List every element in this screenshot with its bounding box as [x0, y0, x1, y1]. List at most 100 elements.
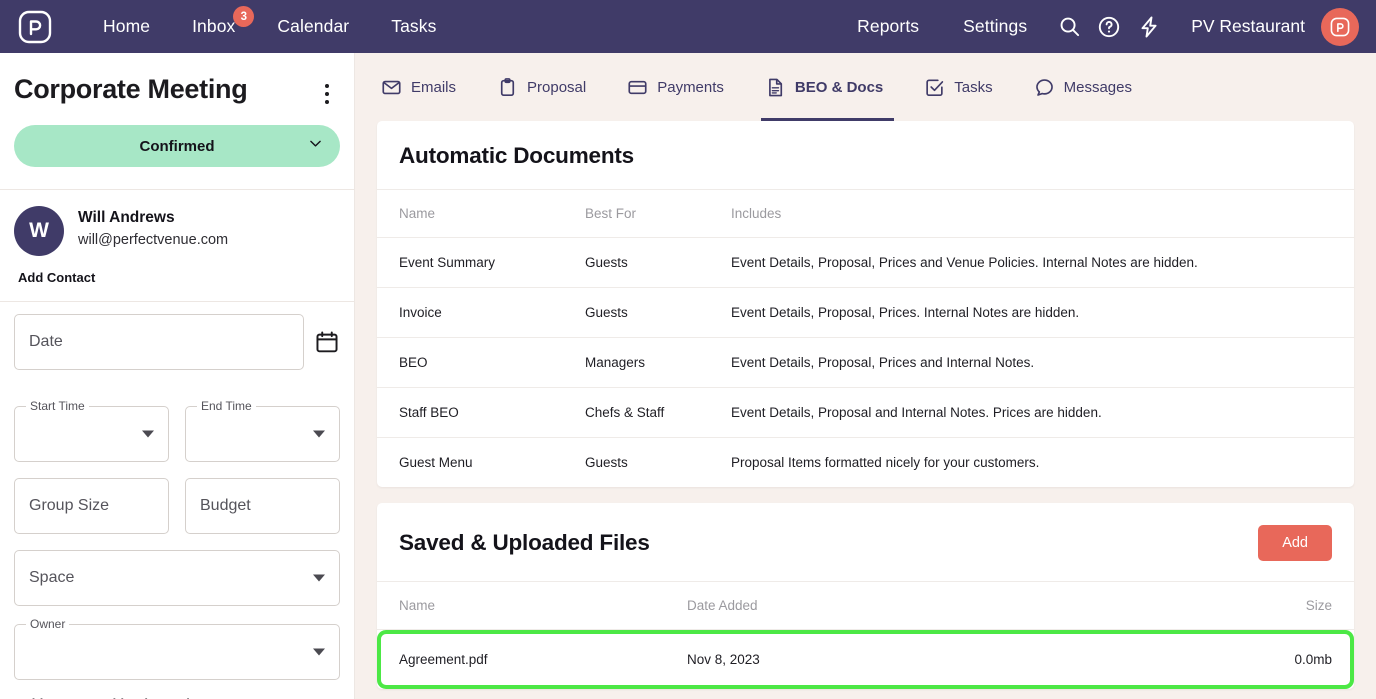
caret-down-icon [313, 648, 325, 656]
saved-files-title: Saved & Uploaded Files [399, 530, 650, 555]
column-header-name: Name [377, 190, 585, 238]
automatic-documents-title: Automatic Documents [399, 143, 634, 168]
tab-payments-label: Payments [657, 78, 724, 96]
top-navbar: Home Inbox 3 Calendar Tasks Reports Sett… [0, 0, 1376, 53]
tab-tasks-label: Tasks [954, 78, 993, 96]
owner-legend: Owner [26, 617, 70, 631]
doc-best-for: Guests [585, 287, 731, 338]
document-icon [765, 77, 786, 98]
tab-messages[interactable]: Messages [1030, 53, 1151, 121]
doc-name: Event Summary [377, 237, 585, 288]
table-row[interactable]: Event Summary Guests Event Details, Prop… [377, 237, 1354, 288]
nav-link-calendar[interactable]: Calendar [256, 16, 370, 37]
table-row[interactable]: BEO Managers Event Details, Proposal, Pr… [377, 337, 1354, 388]
primary-contact: W Will Andrews will@perfectvenue.com [0, 190, 354, 256]
contact-email: will@perfectvenue.com [78, 232, 229, 248]
table-header-row: Name Date Added Size [377, 582, 1354, 630]
doc-best-for: Guests [585, 237, 731, 288]
avatar: W [14, 206, 64, 256]
column-header-size: Size [1194, 582, 1354, 630]
tab-proposal[interactable]: Proposal [493, 53, 605, 121]
doc-best-for: Chefs & Staff [585, 387, 731, 438]
budget-field[interactable]: Budget [185, 478, 340, 534]
nav-link-inbox[interactable]: Inbox 3 [171, 6, 256, 37]
column-header-best-for: Best For [585, 190, 731, 238]
secondary-nav-links: Reports Settings PV Restaurant [835, 7, 1376, 47]
end-time-select[interactable]: End Time [185, 399, 340, 462]
chat-bubble-icon [1034, 77, 1055, 98]
group-size-field[interactable]: Group Size [14, 478, 169, 534]
highlighted-file-row-wrapper: Agreement.pdf Nov 8, 2023 0.0mb [377, 630, 1354, 689]
help-circle-icon[interactable] [1089, 7, 1129, 47]
caret-down-icon [313, 430, 325, 438]
lightning-bolt-icon[interactable] [1129, 7, 1169, 47]
account-avatar-logo-icon[interactable] [1321, 7, 1359, 46]
space-select[interactable]: Space [14, 550, 340, 606]
nav-link-inbox-label: Inbox [192, 16, 236, 36]
main-content: Emails Proposal Payments BEO & Docs Task… [355, 53, 1376, 699]
event-details-form: Date Start Time End Time Group Size Budg… [0, 302, 354, 680]
nav-link-settings[interactable]: Settings [941, 16, 1049, 37]
date-row: Date [14, 314, 340, 370]
sidebar-extra-links: Add Tour Add Rehearsal [0, 680, 354, 699]
space-placeholder: Space [29, 569, 75, 586]
automatic-documents-card: Automatic Documents Name Best For Includ… [377, 121, 1354, 487]
table-row[interactable]: Staff BEO Chefs & Staff Event Details, P… [377, 387, 1354, 438]
date-field[interactable]: Date [14, 314, 304, 370]
column-header-date-added: Date Added [687, 582, 1194, 630]
owner-select[interactable]: Owner [14, 617, 340, 680]
tab-emails[interactable]: Emails [377, 53, 475, 121]
doc-includes: Event Details, Proposal, Prices. Interna… [731, 287, 1354, 338]
tab-payments[interactable]: Payments [623, 53, 743, 121]
nav-link-reports-label: Reports [857, 16, 920, 36]
nav-link-home[interactable]: Home [82, 16, 171, 37]
table-header-row: Name Best For Includes [377, 190, 1354, 238]
primary-nav-links: Home Inbox 3 Calendar Tasks [82, 6, 457, 37]
tab-emails-label: Emails [411, 78, 457, 96]
page-title: Corporate Meeting [14, 74, 248, 104]
nav-link-calendar-label: Calendar [277, 16, 350, 36]
account-name[interactable]: PV Restaurant [1169, 16, 1321, 37]
tab-messages-label: Messages [1063, 78, 1132, 96]
tab-proposal-label: Proposal [527, 78, 587, 96]
add-file-button[interactable]: Add [1258, 525, 1332, 561]
nav-link-reports[interactable]: Reports [835, 16, 941, 37]
automatic-documents-table: Name Best For Includes Event Summary Gue… [377, 190, 1354, 487]
saved-files-table: Name Date Added Size [377, 582, 1354, 630]
tab-beo-and-docs[interactable]: BEO & Docs [760, 53, 902, 121]
date-field-placeholder: Date [29, 333, 63, 350]
column-header-includes: Includes [731, 190, 1354, 238]
search-icon[interactable] [1049, 7, 1089, 47]
clipboard-icon [497, 77, 518, 98]
table-row[interactable]: Agreement.pdf Nov 8, 2023 0.0mb [377, 630, 1354, 689]
column-header-name: Name [377, 582, 687, 630]
nav-link-home-label: Home [103, 16, 151, 36]
status-dropdown[interactable]: Confirmed [14, 125, 340, 167]
tab-beo-and-docs-label: BEO & Docs [794, 78, 884, 96]
size-budget-row: Group Size Budget [14, 478, 340, 534]
end-time-legend: End Time [197, 399, 256, 413]
nav-link-tasks[interactable]: Tasks [370, 16, 457, 37]
tab-tasks[interactable]: Tasks [920, 53, 1011, 121]
file-size: 0.0mb [1294, 652, 1332, 667]
perfect-venue-logo-icon[interactable] [14, 6, 56, 48]
caret-down-icon [142, 430, 154, 438]
nav-link-settings-label: Settings [963, 16, 1028, 36]
add-contact-link[interactable]: Add Contact [0, 256, 95, 285]
start-time-select[interactable]: Start Time [14, 399, 169, 462]
more-vertical-icon[interactable] [314, 79, 340, 109]
doc-includes: Event Details, Proposal, Prices and Venu… [731, 237, 1354, 288]
doc-name: Invoice [377, 287, 585, 338]
status-badge: Confirmed [139, 137, 215, 155]
start-time-legend: Start Time [26, 399, 89, 413]
file-date-added: Nov 8, 2023 [687, 652, 760, 667]
checkbox-icon [924, 77, 945, 98]
group-size-placeholder: Group Size [29, 497, 110, 514]
caret-down-icon [313, 574, 325, 582]
saved-files-card: Saved & Uploaded Files Add Name Date Add… [377, 503, 1354, 689]
doc-name: Guest Menu [399, 455, 473, 470]
table-row[interactable]: Invoice Guests Event Details, Proposal, … [377, 287, 1354, 338]
budget-placeholder: Budget [200, 497, 251, 514]
calendar-icon[interactable] [314, 329, 340, 355]
table-row[interactable]: Guest Menu Guests Proposal Items formatt… [377, 438, 1354, 488]
